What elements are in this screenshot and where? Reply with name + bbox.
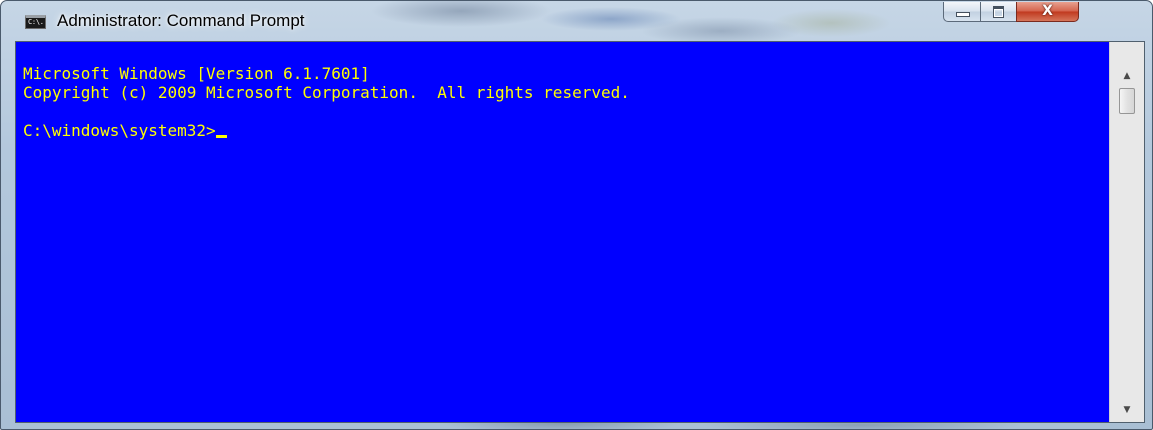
console-area: Microsoft Windows [Version 6.1.7601] Cop…	[15, 41, 1145, 423]
text-cursor	[215, 135, 227, 138]
command-prompt-line[interactable]: C:\windows\system32>	[23, 121, 1109, 140]
caption-buttons: X	[943, 2, 1079, 22]
scroll-down-arrow-icon[interactable]: ▼	[1110, 400, 1144, 420]
maximize-icon	[993, 6, 1004, 18]
minimize-button[interactable]	[943, 2, 980, 22]
prompt-path: C:\windows\system32>	[23, 121, 216, 140]
command-prompt-icon[interactable]: C:\.	[25, 15, 46, 29]
window-title: Administrator: Command Prompt	[57, 11, 305, 30]
scrollbar-thumb[interactable]	[1119, 88, 1135, 114]
vertical-scrollbar[interactable]: ▲ ▼	[1109, 42, 1144, 422]
close-icon: X	[1042, 3, 1053, 19]
scroll-up-arrow-icon[interactable]: ▲	[1110, 66, 1144, 86]
console-line: Microsoft Windows [Version 6.1.7601]	[23, 64, 370, 83]
minimize-icon	[956, 12, 970, 17]
console-output[interactable]: Microsoft Windows [Version 6.1.7601] Cop…	[16, 42, 1109, 422]
console-line: Copyright (c) 2009 Microsoft Corporation…	[23, 83, 630, 102]
maximize-button[interactable]	[980, 2, 1016, 22]
command-prompt-window: C:\. Administrator: Command Prompt X Mic…	[0, 0, 1153, 430]
close-button[interactable]: X	[1016, 2, 1079, 22]
